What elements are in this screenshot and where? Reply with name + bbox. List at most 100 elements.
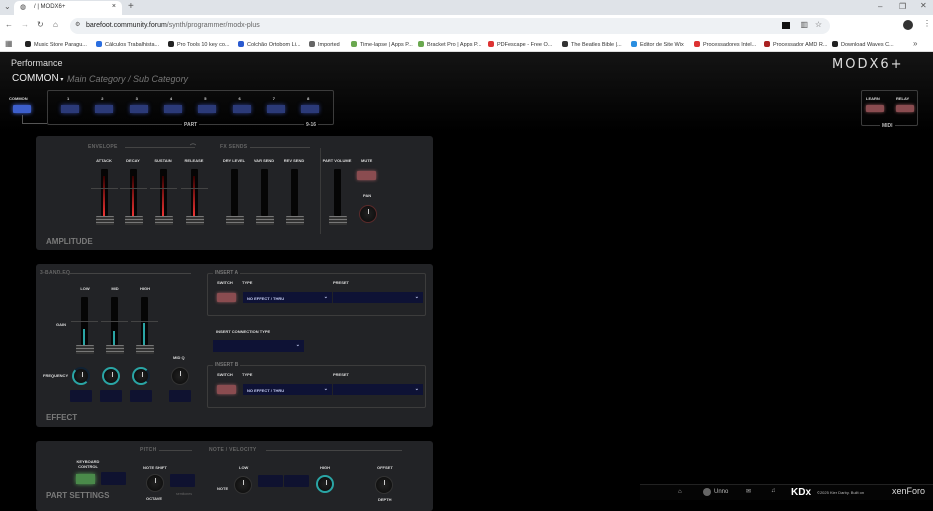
release-fader[interactable] bbox=[191, 169, 198, 216]
insert-connection-dropdown[interactable]: ⌄ bbox=[213, 340, 304, 352]
fader-cap[interactable] bbox=[256, 216, 274, 225]
bookmark-star-icon[interactable]: ☆ bbox=[815, 20, 822, 29]
home-icon[interactable]: ⌂ bbox=[53, 20, 58, 29]
rev-send-fader[interactable] bbox=[291, 169, 298, 216]
fader-cap[interactable] bbox=[136, 345, 154, 354]
part-4-button[interactable] bbox=[163, 105, 182, 113]
bookmark-item[interactable]: Imported bbox=[309, 41, 340, 48]
url-input[interactable]: ⚙ barefoot.community.forum/synth/program… bbox=[70, 18, 830, 34]
fader-cap[interactable] bbox=[125, 216, 143, 225]
note-high-knob[interactable] bbox=[316, 475, 334, 493]
parts-9-16-link[interactable]: 9-16 bbox=[304, 122, 319, 128]
high-frequency-knob[interactable] bbox=[132, 367, 150, 385]
bell-icon[interactable]: ♫ bbox=[771, 488, 776, 494]
site-info-icon[interactable]: ⚙ bbox=[75, 21, 80, 28]
extension-icon[interactable]: ▥ bbox=[800, 20, 808, 29]
attack-fader[interactable] bbox=[101, 169, 108, 216]
note-low-value[interactable] bbox=[258, 475, 283, 487]
bookmark-item[interactable]: Processadores Intel... bbox=[694, 41, 756, 48]
fader-cap[interactable] bbox=[76, 345, 94, 354]
menu-icon[interactable]: ⋮ bbox=[923, 19, 931, 28]
bookmark-item[interactable]: Bracket Pro | Apps P... bbox=[418, 41, 482, 48]
reload-icon[interactable]: ↻ bbox=[37, 20, 44, 29]
mid-q-value[interactable] bbox=[169, 390, 191, 402]
fader-cap[interactable] bbox=[329, 216, 347, 225]
note-high-value[interactable] bbox=[284, 475, 309, 487]
center-line bbox=[101, 321, 128, 322]
extension-icon[interactable] bbox=[782, 22, 790, 29]
fader-cap[interactable] bbox=[186, 216, 204, 225]
note-low-knob[interactable] bbox=[234, 476, 252, 494]
insert-b-preset-dropdown[interactable]: ⌄ bbox=[333, 384, 423, 395]
part-6-button[interactable] bbox=[232, 105, 251, 113]
keyboard-control-button[interactable] bbox=[76, 474, 95, 484]
new-tab-icon[interactable]: + bbox=[128, 1, 134, 12]
dry-level-fader[interactable] bbox=[231, 169, 238, 216]
insert-a-type-dropdown[interactable]: NO EFFECT / THRU ⌄ bbox=[243, 292, 332, 303]
fader-cap[interactable] bbox=[96, 216, 114, 225]
back-icon[interactable]: ← bbox=[5, 20, 13, 29]
bookmark-item[interactable]: Cálculos Trabalhista... bbox=[96, 41, 159, 48]
part-2-button[interactable] bbox=[95, 105, 114, 113]
part-3-button[interactable] bbox=[129, 105, 148, 113]
decay-fader[interactable] bbox=[130, 169, 137, 216]
insert-b-switch[interactable] bbox=[217, 385, 236, 394]
high-frequency-value[interactable] bbox=[130, 390, 152, 402]
note-shift-knob[interactable] bbox=[146, 474, 164, 492]
bookmark-item[interactable]: Download Waves C... bbox=[832, 41, 894, 48]
mid-frequency-value[interactable] bbox=[100, 390, 122, 402]
category-label[interactable]: Main Category / Sub Category bbox=[67, 74, 188, 84]
more-bookmarks-icon[interactable]: » bbox=[913, 39, 917, 48]
user-avatar[interactable] bbox=[703, 488, 711, 496]
bookmark-label: Processador AMD R... bbox=[773, 42, 828, 48]
low-frequency-knob[interactable] bbox=[72, 367, 90, 385]
bookmark-item[interactable]: Music Store Paragu... bbox=[25, 41, 87, 48]
relay-button[interactable] bbox=[896, 105, 914, 112]
sustain-fader[interactable] bbox=[160, 169, 167, 216]
fader-cap[interactable] bbox=[226, 216, 244, 225]
xenforo-link[interactable]: xenForo bbox=[892, 486, 925, 496]
bookmark-item[interactable]: Time-lapse | Apps P... bbox=[351, 41, 413, 48]
fader-cap[interactable] bbox=[106, 345, 124, 354]
user-link[interactable]: Unno bbox=[714, 489, 728, 495]
bookmark-item[interactable]: PDFescape - Free O... bbox=[488, 41, 552, 48]
fader-cap[interactable] bbox=[155, 216, 173, 225]
close-window-icon[interactable]: ✕ bbox=[920, 1, 927, 10]
part-7-button[interactable] bbox=[266, 105, 285, 113]
profile-avatar[interactable] bbox=[903, 20, 913, 30]
browser-tab[interactable]: ◍ / | MODX6+ × bbox=[14, 1, 122, 15]
common-button[interactable] bbox=[13, 105, 31, 113]
bookmark-item[interactable]: Processador AMD R... bbox=[764, 41, 827, 48]
low-frequency-value[interactable] bbox=[70, 390, 92, 402]
part-8-button[interactable] bbox=[301, 105, 320, 113]
bookmark-item[interactable]: Editor de Site Wix bbox=[631, 41, 684, 48]
insert-b-type-dropdown[interactable]: NO EFFECT / THRU ⌄ bbox=[243, 384, 332, 395]
restore-icon[interactable]: ❐ bbox=[899, 2, 906, 11]
var-send-fader[interactable] bbox=[261, 169, 268, 216]
fader-cap[interactable] bbox=[286, 216, 304, 225]
mid-frequency-knob[interactable] bbox=[102, 367, 120, 385]
learn-button[interactable] bbox=[866, 105, 884, 112]
insert-a-preset-dropdown[interactable]: ⌄ bbox=[333, 292, 423, 303]
bookmark-item[interactable]: Colchão Ortobom Li... bbox=[238, 41, 301, 48]
pan-knob[interactable] bbox=[359, 205, 377, 223]
note-shift-value[interactable] bbox=[170, 474, 195, 487]
forward-icon[interactable]: → bbox=[21, 20, 29, 29]
offset-knob[interactable] bbox=[375, 476, 393, 494]
mid-q-knob[interactable] bbox=[171, 367, 189, 385]
part-1-button[interactable] bbox=[61, 105, 79, 113]
keyboard-control-value[interactable] bbox=[101, 472, 126, 485]
close-tab-icon[interactable]: × bbox=[112, 3, 116, 10]
home-icon[interactable]: ⌂ bbox=[678, 489, 682, 495]
mute-button[interactable] bbox=[357, 171, 376, 180]
insert-a-switch[interactable] bbox=[217, 293, 236, 302]
bookmark-item[interactable]: The Beatles Bible |... bbox=[562, 41, 622, 48]
apps-icon[interactable]: ▦ bbox=[5, 39, 13, 48]
mail-icon[interactable]: ✉ bbox=[746, 488, 751, 495]
tab-list-icon[interactable]: ⌄ bbox=[4, 2, 11, 11]
part-selector[interactable]: COMMON ▾ bbox=[12, 73, 63, 84]
part-5-button[interactable] bbox=[198, 105, 217, 113]
part-volume-fader[interactable] bbox=[334, 169, 341, 216]
minimize-icon[interactable]: – bbox=[878, 2, 882, 11]
bookmark-item[interactable]: Pro Tools 10 key co... bbox=[168, 41, 229, 48]
